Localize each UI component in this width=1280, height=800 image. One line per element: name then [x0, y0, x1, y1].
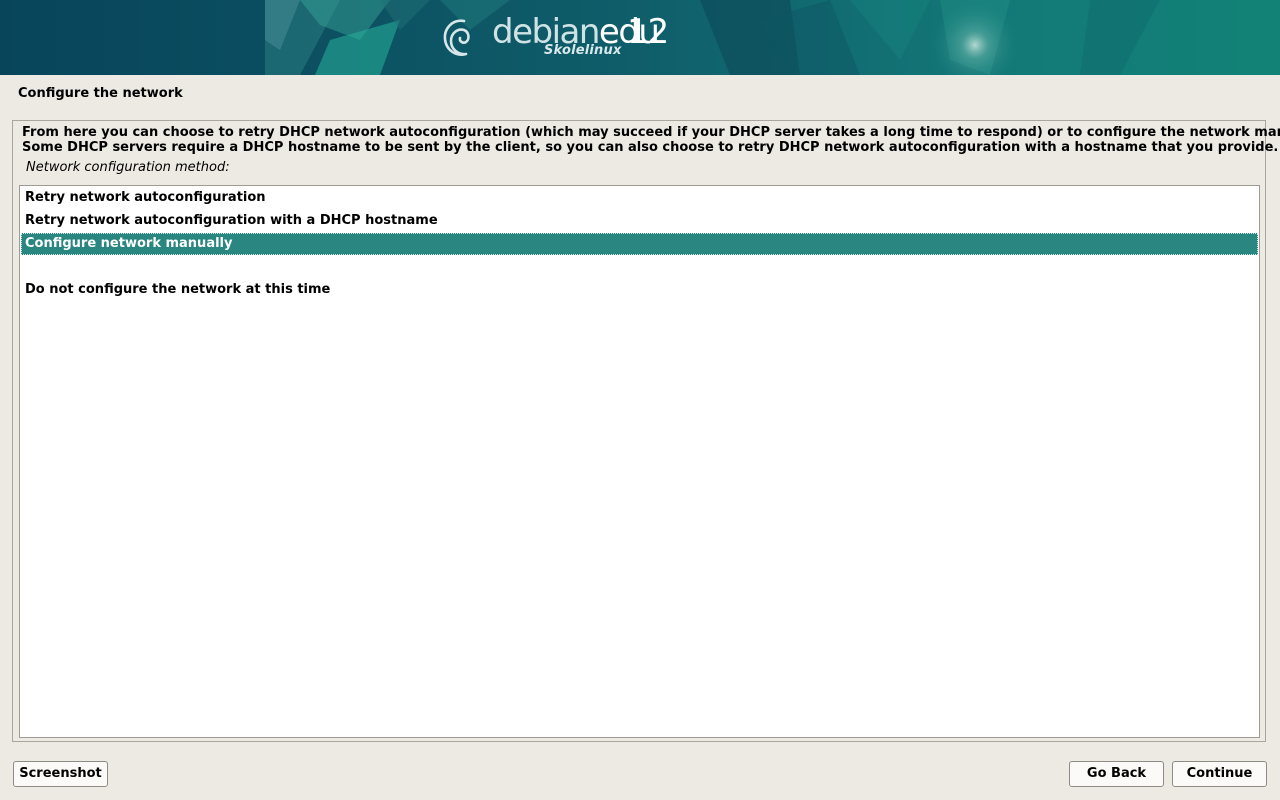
option-configure-manually[interactable]: Configure network manually: [21, 233, 1258, 255]
screenshot-button[interactable]: Screenshot: [13, 761, 108, 787]
network-method-listbox[interactable]: Retry network autoconfiguration Retry ne…: [19, 185, 1260, 738]
field-label: Network configuration method:: [26, 160, 230, 175]
debian-swirl-icon: [443, 19, 470, 56]
description-line-2: Some DHCP servers require a DHCP hostnam…: [22, 140, 1279, 155]
option-retry-autoconfiguration[interactable]: Retry network autoconfiguration: [21, 187, 1258, 209]
go-back-button[interactable]: Go Back: [1069, 761, 1164, 787]
page-title: Configure the network: [18, 86, 183, 101]
logo-version: 12: [627, 12, 669, 52]
logo-subtitle: Skolelinux: [544, 43, 622, 58]
option-do-not-configure[interactable]: Do not configure the network at this tim…: [21, 279, 1258, 301]
header-banner: debianedu 12 Skolelinux: [0, 0, 1280, 75]
continue-button[interactable]: Continue: [1172, 761, 1267, 787]
description: From here you can choose to retry DHCP n…: [22, 125, 1280, 155]
option-separator[interactable]: [21, 256, 1258, 278]
option-retry-with-dhcp-hostname[interactable]: Retry network autoconfiguration with a D…: [21, 210, 1258, 232]
description-line-1: From here you can choose to retry DHCP n…: [22, 125, 1280, 140]
